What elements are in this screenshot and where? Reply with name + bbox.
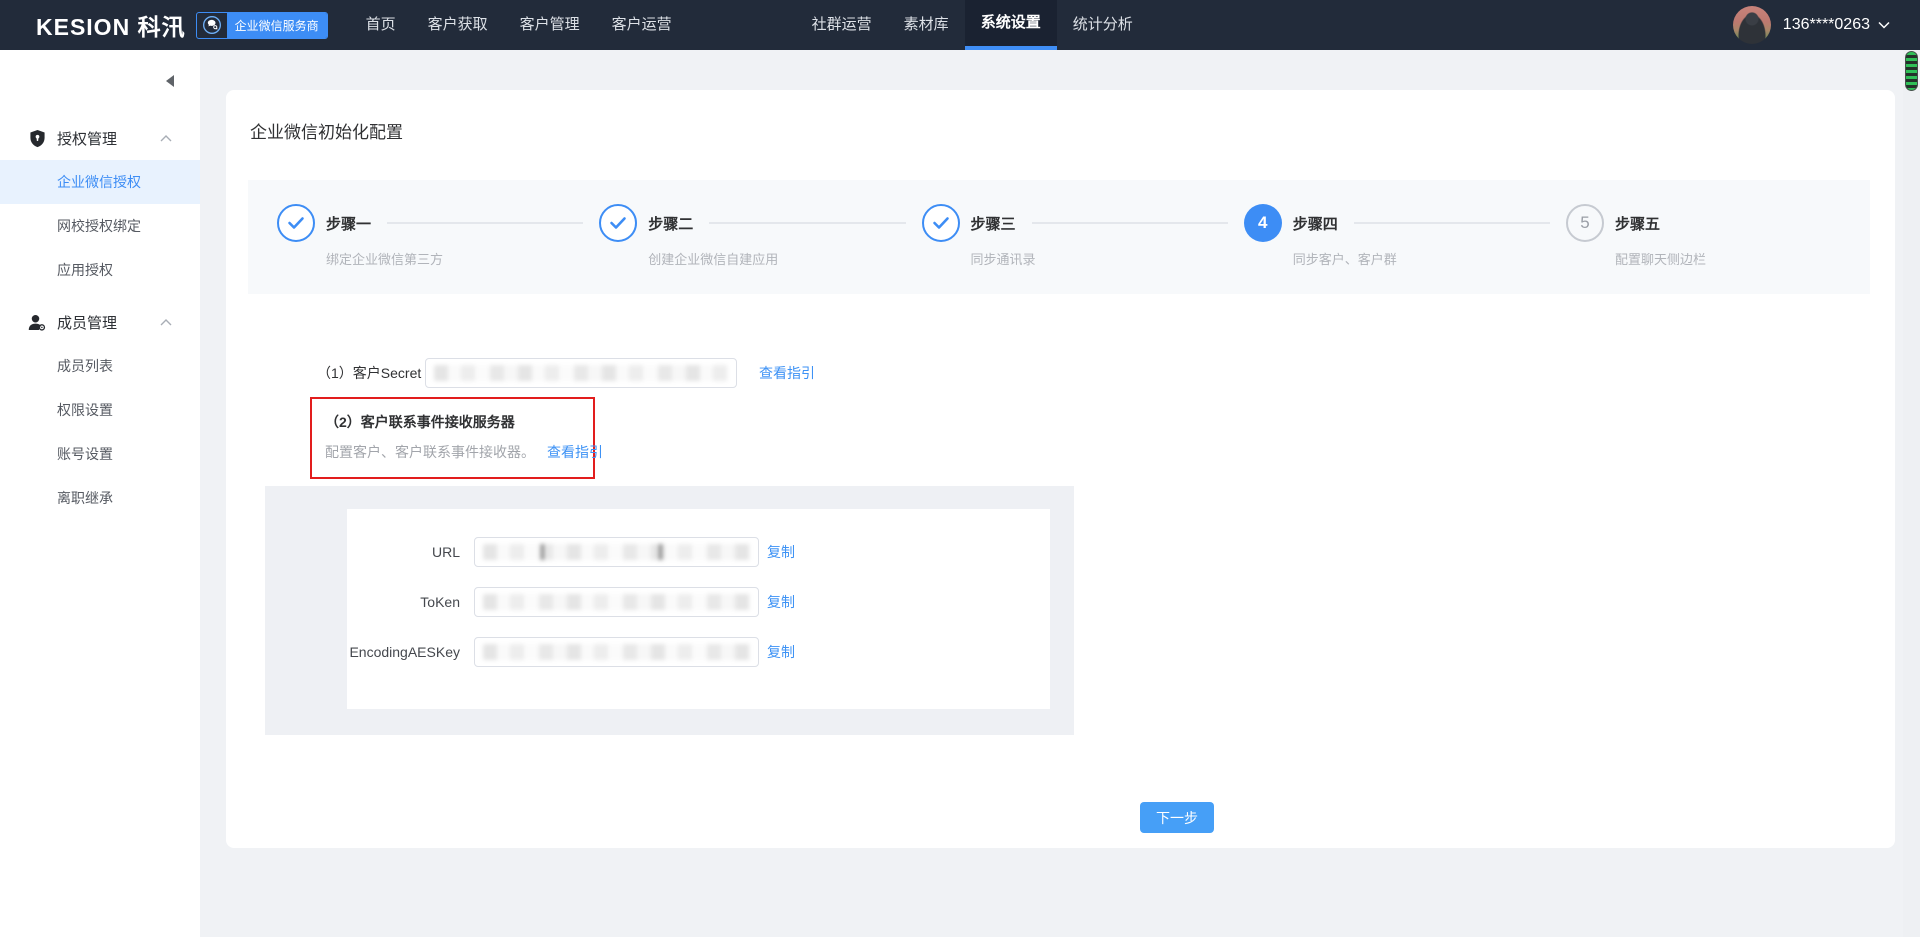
page-title: 企业微信初始化配置 <box>226 90 1895 143</box>
step-1-check-icon <box>277 204 315 242</box>
step-connector <box>709 222 905 224</box>
chevron-up-icon <box>160 319 172 326</box>
server-config-panel: URL 复制 ToKen 复制 Encoding <box>265 486 1074 735</box>
nav-item-statistics[interactable]: 统计分析 <box>1057 0 1149 50</box>
nav-item-home[interactable]: 首页 <box>350 0 412 50</box>
step-1-label: 步骤一 <box>326 213 371 234</box>
aeskey-copy-link[interactable]: 复制 <box>767 642 795 662</box>
step-wizard: 步骤一 绑定企业微信第三方 步骤二 创建企业微信自建应用 步骤三 <box>248 180 1870 294</box>
sidebar-group-header-members[interactable]: 成员管理 <box>0 300 200 344</box>
config-form: （1）客户Secret 查看指引 （2）客户联系事件接收服务器 配置客户、客户联… <box>226 358 1895 833</box>
sidebar-group-members: 成员管理 成员列表 权限设置 账号设置 离职继承 <box>0 300 200 520</box>
content-card: 企业微信初始化配置 步骤一 绑定企业微信第三方 步骤二 创建企业微信自 <box>226 90 1895 848</box>
aeskey-label: EncodingAESKey <box>347 644 460 660</box>
chevron-down-icon <box>1878 21 1890 29</box>
step-connector <box>1354 222 1550 224</box>
token-label: ToKen <box>347 594 460 610</box>
nav-item-system-settings[interactable]: 系统设置 <box>965 0 1057 50</box>
masked-value <box>483 594 750 610</box>
page-scrollbar[interactable] <box>1903 50 1920 937</box>
step-connector <box>1032 222 1228 224</box>
scrollbar-thumb[interactable] <box>1905 51 1918 91</box>
step-2-check-icon <box>599 204 637 242</box>
nav-item-customer-management[interactable]: 客户管理 <box>504 0 596 50</box>
step-3-desc: 同步通讯录 <box>971 249 1036 268</box>
step-4: 4 步骤四 同步客户、客户群 <box>1244 204 1338 242</box>
next-step-button[interactable]: 下一步 <box>1140 802 1214 833</box>
step-2-label: 步骤二 <box>648 213 693 234</box>
step-3: 步骤三 同步通讯录 <box>922 204 1016 242</box>
step-2-desc: 创建企业微信自建应用 <box>648 249 778 268</box>
main-area: 企业微信初始化配置 步骤一 绑定企业微信第三方 步骤二 创建企业微信自 <box>200 50 1920 937</box>
nav-item-material-library[interactable]: 素材库 <box>888 0 965 50</box>
sidebar-item-app-authorization[interactable]: 应用授权 <box>0 248 200 292</box>
step-5: 5 步骤五 配置聊天侧边栏 <box>1566 204 1660 242</box>
sidebar-item-permission-settings[interactable]: 权限设置 <box>0 388 200 432</box>
sidebar-item-resignation-inheritance[interactable]: 离职继承 <box>0 476 200 520</box>
section2-desc: 配置客户、客户联系事件接收器。 <box>325 442 535 462</box>
sidebar-group-authorization: 授权管理 企业微信授权 网校授权绑定 应用授权 <box>0 116 200 292</box>
step-2: 步骤二 创建企业微信自建应用 <box>599 204 693 242</box>
sidebar-group-label: 成员管理 <box>57 312 117 333</box>
customer-secret-input[interactable] <box>425 358 737 388</box>
url-label: URL <box>347 544 460 560</box>
masked-value <box>483 544 750 560</box>
logo: KESION 科汛 <box>36 8 186 42</box>
customer-secret-row: （1）客户Secret 查看指引 <box>317 358 1895 388</box>
sidebar-item-wecom-authorization[interactable]: 企业微信授权 <box>0 160 200 204</box>
url-copy-link[interactable]: 复制 <box>767 542 795 562</box>
nav-item-customer-operation[interactable]: 客户运营 <box>596 0 688 50</box>
member-icon <box>28 314 46 331</box>
annotation-red-box: （2）客户联系事件接收服务器 配置客户、客户联系事件接收器。 查看指引 <box>310 397 595 479</box>
wecom-provider-badge: 企业微信服务商 <box>196 12 328 39</box>
sidebar-item-member-list[interactable]: 成员列表 <box>0 344 200 388</box>
sidebar-item-school-auth-binding[interactable]: 网校授权绑定 <box>0 204 200 248</box>
token-input[interactable] <box>474 587 759 617</box>
user-phone: 136****0263 <box>1783 16 1870 34</box>
secret-guide-link[interactable]: 查看指引 <box>759 363 815 383</box>
step-connector <box>387 222 583 224</box>
masked-value <box>483 644 750 660</box>
shield-icon <box>28 129 46 148</box>
step-3-label: 步骤三 <box>971 213 1016 234</box>
step-4-desc: 同步客户、客户群 <box>1293 249 1397 268</box>
main-nav: 首页 客户获取 客户管理 客户运营 社群运营 素材库 系统设置 统计分析 <box>350 0 1149 50</box>
customer-secret-label: （1）客户Secret <box>317 363 420 383</box>
aeskey-input[interactable] <box>474 637 759 667</box>
nav-item-community-operation[interactable]: 社群运营 <box>796 0 888 50</box>
chevron-up-icon <box>160 135 172 142</box>
user-menu[interactable]: 136****0263 <box>1733 6 1890 44</box>
step-5-label: 步骤五 <box>1615 213 1660 234</box>
section2-guide-link[interactable]: 查看指引 <box>547 442 603 462</box>
token-copy-link[interactable]: 复制 <box>767 592 795 612</box>
step-4-number: 4 <box>1244 204 1282 242</box>
sidebar-group-label: 授权管理 <box>57 128 117 149</box>
section2-heading: （2）客户联系事件接收服务器 <box>325 412 593 432</box>
aeskey-field-row: EncodingAESKey 复制 <box>347 637 1050 667</box>
sidebar-item-account-settings[interactable]: 账号设置 <box>0 432 200 476</box>
wecom-provider-badge-label: 企业微信服务商 <box>227 12 327 39</box>
top-navbar: KESION 科汛 企业微信服务商 首页 客户获取 客户管理 客户运营 社群运营… <box>0 0 1920 50</box>
step-1: 步骤一 绑定企业微信第三方 <box>277 204 371 242</box>
step-5-number: 5 <box>1566 204 1604 242</box>
step-5-desc: 配置聊天侧边栏 <box>1615 249 1706 268</box>
url-input[interactable] <box>474 537 759 567</box>
step-1-desc: 绑定企业微信第三方 <box>326 249 443 268</box>
sidebar: 授权管理 企业微信授权 网校授权绑定 应用授权 成员管理 <box>0 50 200 937</box>
step-3-check-icon <box>922 204 960 242</box>
token-field-row: ToKen 复制 <box>347 587 1050 617</box>
sidebar-collapse-row <box>0 66 200 96</box>
masked-value <box>434 365 728 381</box>
wechat-bubble-icon <box>197 12 227 39</box>
avatar[interactable] <box>1733 6 1771 44</box>
url-field-row: URL 复制 <box>347 537 1050 567</box>
server-config-card: URL 复制 ToKen 复制 Encoding <box>347 509 1050 709</box>
sidebar-collapse-icon[interactable] <box>166 75 174 87</box>
sidebar-group-header-authorization[interactable]: 授权管理 <box>0 116 200 160</box>
nav-item-customer-acquisition[interactable]: 客户获取 <box>412 0 504 50</box>
step-4-label: 步骤四 <box>1293 213 1338 234</box>
